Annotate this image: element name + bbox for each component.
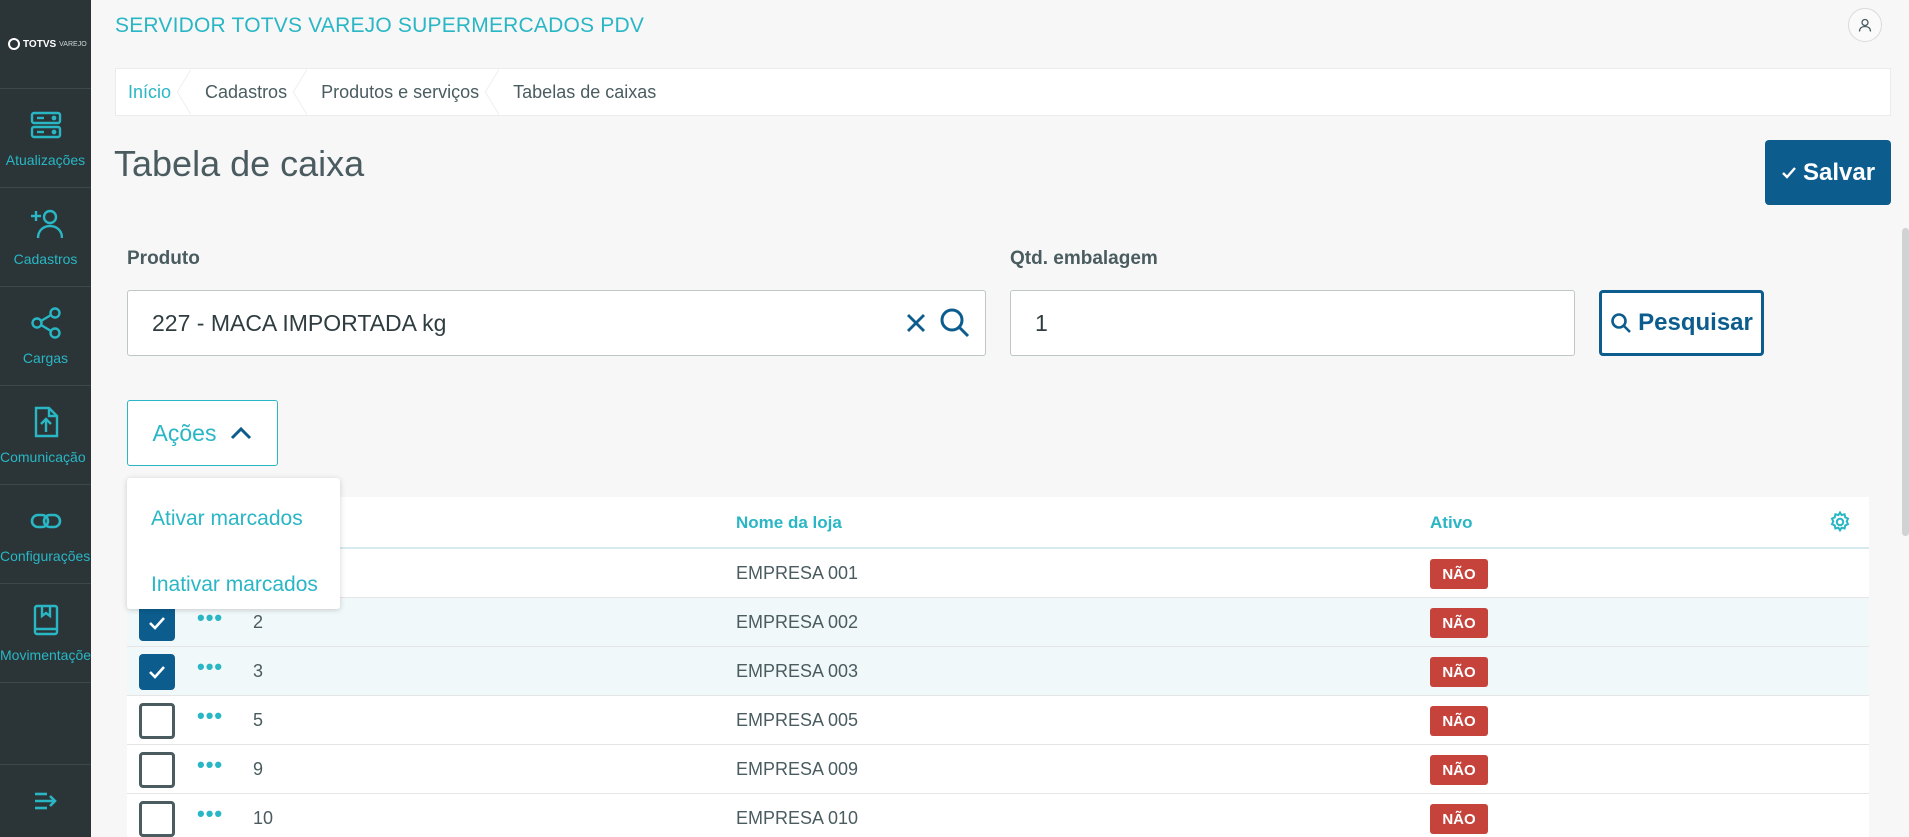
row-checkbox[interactable] [139,654,175,690]
row-code: 3 [253,661,264,681]
app-title: SERVIDOR TOTVS VAREJO SUPERMERCADOS PDV [115,14,645,37]
row-checkbox[interactable] [139,801,175,837]
server-icon [30,111,61,139]
row-checkbox[interactable] [139,752,175,788]
row-store: EMPRESA 002 [736,612,859,632]
sidebar-item-atualizacoes[interactable]: Atualizações [0,89,91,188]
row-store: EMPRESA 010 [736,808,859,828]
table-row: ••• 9 EMPRESA 009 NÃO [127,745,1869,794]
logo-sub-text: VAREJO [59,40,87,48]
table-row: ••• 1 EMPRESA 001 NÃO [127,549,1869,598]
breadcrumb: Início Cadastros Produtos e serviços Tab… [115,68,1891,116]
status-badge: NÃO [1430,657,1488,687]
gear-icon[interactable] [1829,511,1851,533]
sidebar-item-cadastros[interactable]: Cadastros [0,188,91,287]
row-store: EMPRESA 001 [736,563,859,583]
sidebar-item-label: Movimentações [0,647,91,663]
row-code: 5 [253,710,264,730]
row-actions-icon[interactable]: ••• [197,754,223,776]
actions-dropdown: Ativar marcados Inativar marcados [127,478,340,609]
sidebar-item-label: Configurações [0,548,91,564]
sidebar-item-label: Comunicação [0,449,86,465]
table-row: ••• 10 EMPRESA 010 NÃO [127,794,1869,837]
product-label: Produto [127,248,200,269]
table-row: ••• 3 EMPRESA 003 NÃO [127,647,1869,696]
column-header-loja[interactable]: Nome da loja [736,513,842,533]
status-badge: NÃO [1430,706,1488,736]
menu-item-inativar-marcados[interactable]: Inativar marcados [127,552,340,618]
row-actions-icon[interactable]: ••• [197,803,223,825]
actions-button[interactable]: Ações [127,400,278,466]
sidebar: TOTVS VAREJO Atualizações Cadastros Carg… [0,0,91,837]
check-icon [149,617,165,630]
row-store: EMPRESA 003 [736,661,859,681]
file-upload-icon [34,406,58,438]
qty-input-value: 1 [1035,309,1048,336]
row-store: EMPRESA 005 [736,710,859,730]
sidebar-item-label: Cargas [22,350,69,366]
sidebar-item-comunicacao[interactable]: Comunicação [0,386,91,485]
status-badge: NÃO [1430,804,1488,834]
search-button[interactable]: Pesquisar [1599,290,1764,356]
column-header-ativo[interactable]: Ativo [1430,513,1473,533]
sidebar-item-cargas[interactable]: Cargas [0,287,91,386]
row-actions-icon[interactable]: ••• [197,656,223,678]
table-header: Nome da loja Ativo [127,497,1869,549]
breadcrumb-produtos-servicos[interactable]: Produtos e serviços [309,69,501,115]
share-icon [30,307,61,339]
search-icon [1611,313,1632,333]
sidebar-item-configuracoes[interactable]: Configurações [0,485,91,584]
breadcrumb-current: Tabelas de caixas [513,81,657,102]
table-row: ••• 5 EMPRESA 005 NÃO [127,696,1869,745]
totvs-logo-icon [8,38,20,50]
status-badge: NÃO [1430,755,1488,785]
row-checkbox[interactable] [139,703,175,739]
check-icon [149,666,165,679]
link-icon [30,513,61,529]
chevron-up-icon [231,426,252,440]
book-icon [33,604,58,636]
clear-icon[interactable] [905,312,927,334]
menu-collapse-button[interactable] [0,764,91,837]
logo-text: TOTVS [23,38,57,50]
qty-label: Qtd. embalagem [1010,248,1158,269]
user-icon [1858,18,1872,32]
table-row: ••• 2 EMPRESA 002 NÃO [127,598,1869,647]
breadcrumb-inicio[interactable]: Início [116,69,193,115]
row-code: 10 [253,808,274,828]
stores-table: Nome da loja Ativo ••• 1 EMPRESA 001 NÃO… [127,497,1869,837]
add-user-icon [30,209,63,239]
check-icon [1782,166,1796,179]
menu-item-ativar-marcados[interactable]: Ativar marcados [127,486,340,552]
page-title: Tabela de caixa [114,143,365,184]
qty-input[interactable]: 1 [1010,290,1575,356]
save-button-label: Salvar [1802,158,1876,186]
product-input[interactable]: 227 - MACA IMPORTADA kg [127,290,986,356]
page-scrollbar[interactable] [1902,228,1909,536]
actions-button-label: Ações [152,419,217,446]
row-actions-icon[interactable]: ••• [197,705,223,727]
sidebar-item-label: Cadastros [13,251,78,267]
search-icon[interactable] [939,307,971,339]
sidebar-item-label: Atualizações [5,152,86,168]
search-button-label: Pesquisar [1638,309,1753,336]
breadcrumb-cadastros[interactable]: Cadastros [193,69,309,115]
save-button[interactable]: Salvar [1765,140,1891,205]
product-input-value: 227 - MACA IMPORTADA kg [152,309,447,336]
user-profile-button[interactable] [1848,8,1882,42]
sidebar-item-movimentacoes[interactable]: Movimentações [0,584,91,683]
status-badge: NÃO [1430,608,1488,638]
menu-collapse-icon [34,792,57,810]
totvs-logo: TOTVS VAREJO [0,0,91,89]
row-store: EMPRESA 009 [736,759,859,779]
status-badge: NÃO [1430,559,1488,589]
row-code: 9 [253,759,264,779]
